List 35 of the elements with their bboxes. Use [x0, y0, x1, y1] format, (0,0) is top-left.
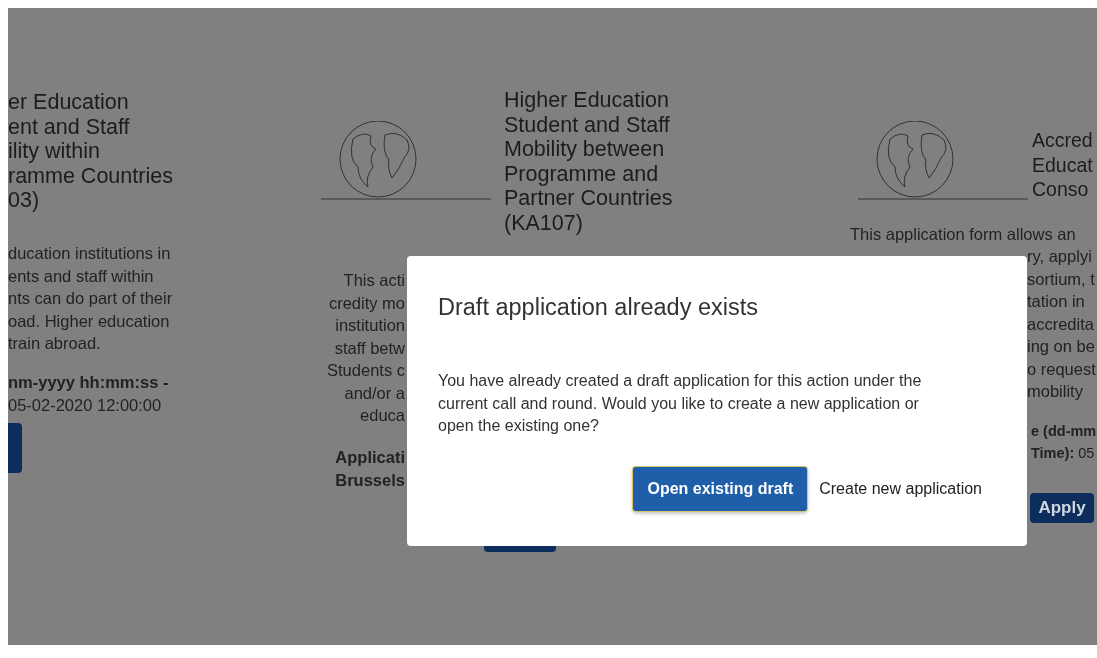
deadline-line: 05-02-2020 12:00:00	[8, 394, 162, 416]
description-line: sortium, t	[1027, 268, 1095, 290]
card-title: Higher Education Student and Staff Mobility between Programme and Partner Countries (KA107)	[504, 88, 673, 235]
modal-message: You have already created a draft application for this action under the current call and round. Would you like to create a new application or open the existing one?	[438, 371, 923, 437]
deadline-line: Time): 05	[1031, 444, 1095, 463]
description-line: ents and staff within	[8, 265, 154, 287]
card-title: er Education ent and Staff ility within ramme Countries 03)	[8, 90, 174, 213]
description-line: This application form allows an	[850, 223, 1076, 245]
description-line: Students c	[327, 360, 405, 381]
deadline-line: e (dd-mm	[1031, 421, 1097, 441]
description-line: accredita	[1027, 313, 1094, 335]
description-line: ry, applyi	[1027, 246, 1092, 267]
description-line: nts can do part of their	[8, 288, 173, 309]
description-line: o request	[1027, 358, 1096, 380]
description-line: mobility	[1027, 381, 1083, 402]
deadline-line: Applicati	[335, 447, 405, 468]
card-title: Accred Educat Conso	[1032, 128, 1093, 202]
description-line: staff betw	[334, 337, 405, 359]
description-line: ducation institutions in	[8, 243, 171, 264]
description-line: train abroad.	[8, 333, 101, 354]
open-draft-button[interactable]: Open existing draft	[633, 467, 808, 512]
deadline-line: Brussels	[335, 469, 405, 491]
description-line: ing on be	[1027, 336, 1095, 357]
description-line: credity mo	[328, 292, 405, 314]
modal-title: Draft application already exists	[438, 293, 758, 321]
description-line: oad. Higher education	[8, 310, 170, 332]
description-line: This acti	[343, 270, 405, 291]
deadline-line: nm-yyyy hh:mm:ss -	[8, 372, 169, 393]
description-line: tation in	[1027, 291, 1085, 312]
description-line: institution	[335, 315, 405, 336]
description-line: educa	[360, 405, 405, 426]
create-new-button[interactable]: Create new application	[813, 467, 988, 512]
apply-button[interactable]	[8, 423, 22, 473]
description-line: and/or a	[344, 382, 405, 404]
apply-button[interactable]: Apply	[1030, 492, 1094, 523]
